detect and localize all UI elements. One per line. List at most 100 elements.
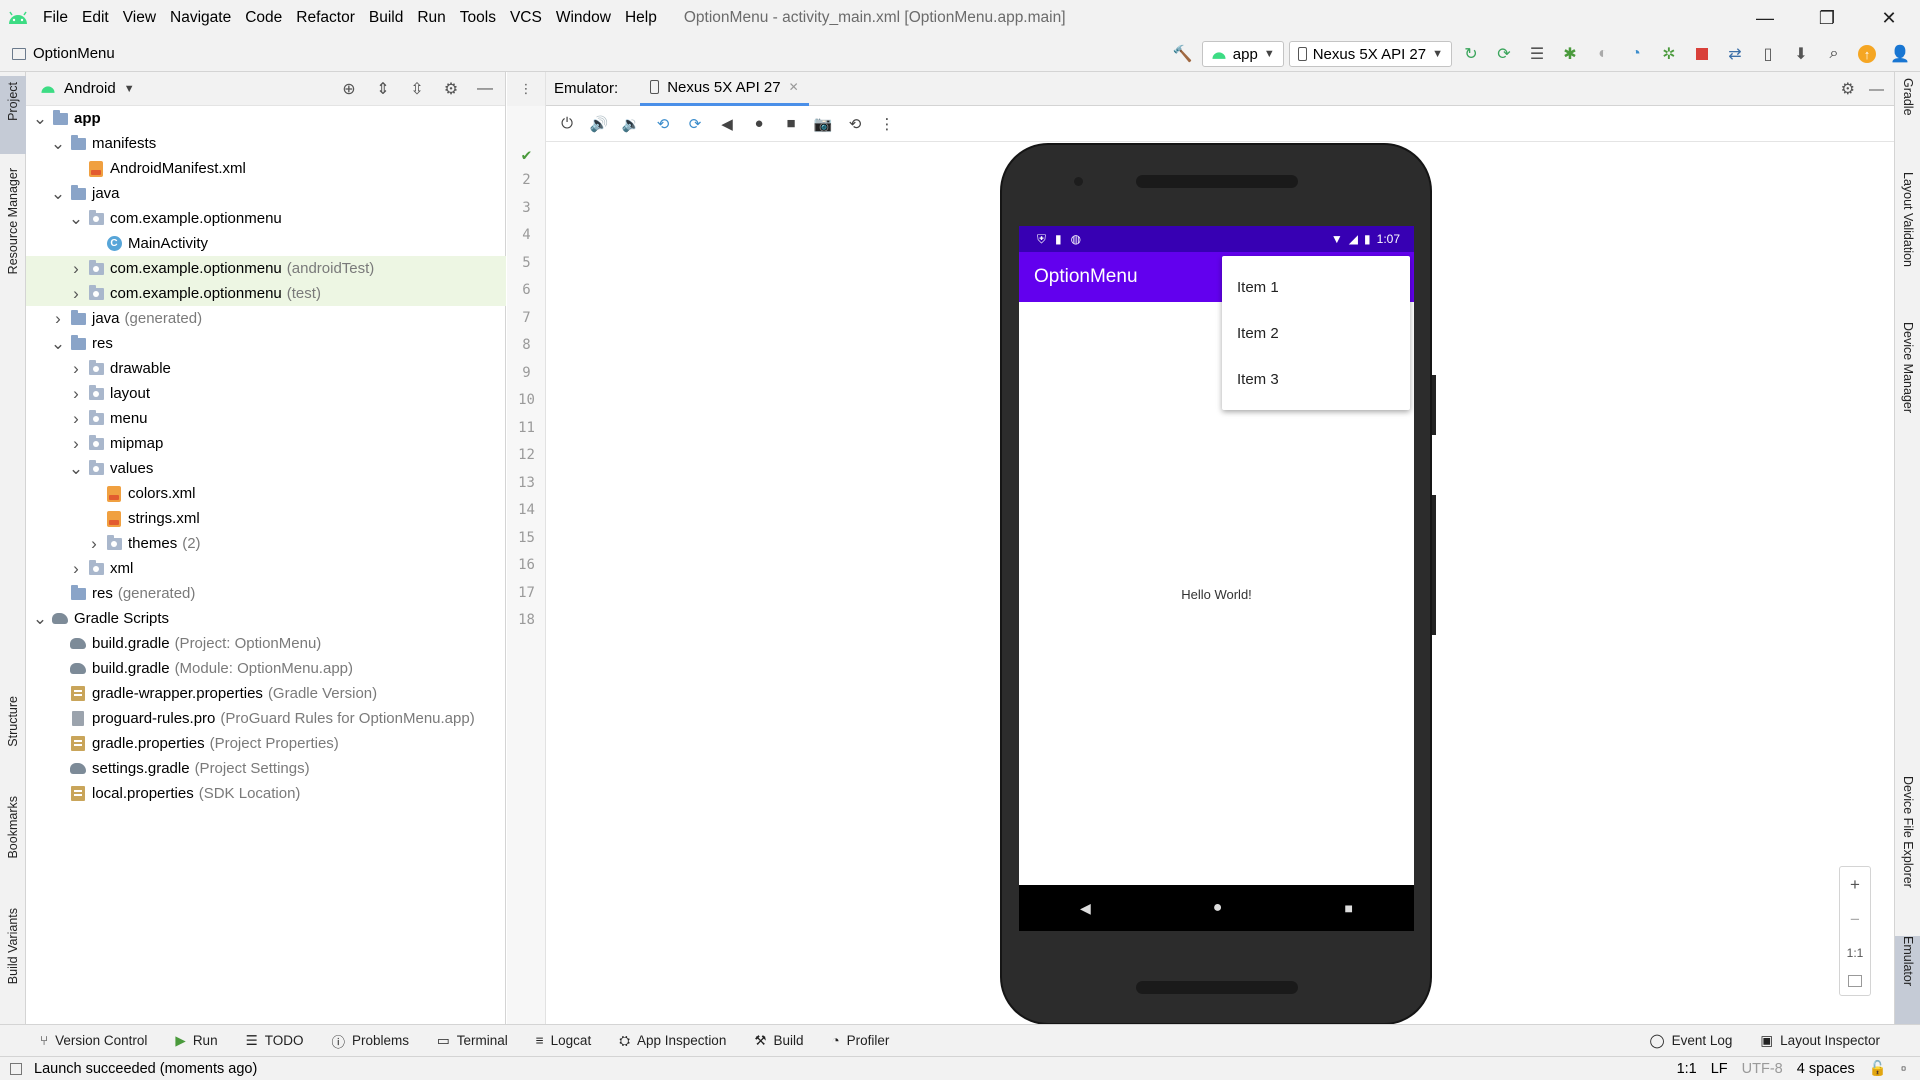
device-select[interactable]: Nexus 5X API 27 ▼ — [1288, 41, 1452, 67]
zoom-out-button[interactable]: − — [1850, 910, 1860, 930]
chevron-down-icon[interactable]: ⌄ — [50, 184, 66, 204]
nav-home-icon[interactable]: ● — [1213, 899, 1223, 917]
rotate-left-icon[interactable]: ⟲ — [650, 111, 676, 137]
tree-row[interactable]: ⌄ com.example.optionmenu — [26, 206, 506, 231]
close-icon[interactable]: ✕ — [1858, 0, 1920, 36]
run-list-icon[interactable]: ☰ — [1523, 40, 1551, 68]
locate-icon[interactable]: ⊕ — [335, 75, 363, 103]
indent-setting[interactable]: 4 spaces — [1797, 1061, 1855, 1077]
project-view-select[interactable]: Android ▼ — [40, 80, 135, 97]
home-icon[interactable]: ● — [746, 111, 772, 137]
menu-tools[interactable]: Tools — [453, 0, 503, 36]
tree-row[interactable]: settings.gradle (Project Settings) — [26, 756, 506, 781]
tab-project[interactable]: Project — [0, 76, 26, 154]
breadcrumb-project[interactable]: OptionMenu — [33, 45, 115, 62]
device-screen[interactable]: ⛨ ▮ ◍ ▼ ◢ ▮ 1:07 OptionMenu Hello World!… — [1019, 226, 1414, 931]
debug-icon[interactable]: ✱ — [1556, 40, 1584, 68]
zoom-actual-button[interactable]: 1:1 — [1847, 946, 1864, 960]
power-icon[interactable]: ⏻ — [554, 111, 580, 137]
breadcrumb[interactable]: OptionMenu — [12, 45, 115, 62]
gutter-expand-icon[interactable]: ⋮ — [507, 72, 546, 106]
gear-icon[interactable]: ⚙ — [437, 75, 465, 103]
expand-all-icon[interactable]: ⇕ — [369, 75, 397, 103]
update-icon[interactable]: ↑ — [1853, 40, 1881, 68]
nav-recents-icon[interactable]: ■ — [1344, 900, 1352, 916]
menu-help[interactable]: Help — [618, 0, 664, 36]
tree-row[interactable]: strings.xml — [26, 506, 506, 531]
tab-emulator[interactable]: Emulator — [1895, 936, 1920, 1024]
tree-row[interactable]: res (generated) — [26, 581, 506, 606]
tab-layout-inspector[interactable]: ▣ Layout Inspector — [1760, 1033, 1880, 1049]
zoom-in-button[interactable]: + — [1850, 875, 1860, 895]
apply-code-changes-icon[interactable]: ⟳ — [1490, 40, 1518, 68]
tab-structure[interactable]: Structure — [0, 696, 26, 766]
tree-row[interactable]: ⌄ java — [26, 181, 506, 206]
tab-resource-manager[interactable]: Resource Manager — [0, 168, 26, 306]
apply-changes-restart-icon[interactable]: ↻ — [1457, 40, 1485, 68]
tree-row[interactable]: ⌄ res — [26, 331, 506, 356]
tab-device-file-explorer[interactable]: Device File Explorer — [1895, 776, 1920, 936]
menu-code[interactable]: Code — [238, 0, 289, 36]
tree-row[interactable]: C MainActivity — [26, 231, 506, 256]
tree-row[interactable]: build.gradle (Module: OptionMenu.app) — [26, 656, 506, 681]
chevron-right-icon[interactable]: › — [68, 559, 84, 579]
close-icon[interactable]: ✕ — [789, 80, 799, 94]
tree-row[interactable]: gradle-wrapper.properties (Gradle Version… — [26, 681, 506, 706]
menu-window[interactable]: Window — [549, 0, 618, 36]
chevron-right-icon[interactable]: › — [86, 534, 102, 554]
minimize-icon[interactable]: — — [1734, 0, 1796, 36]
tree-row[interactable]: build.gradle (Project: OptionMenu) — [26, 631, 506, 656]
menu-vcs[interactable]: VCS — [503, 0, 549, 36]
profile-icon[interactable]: ◔ — [1622, 40, 1650, 68]
run-config-select[interactable]: app ▼ — [1201, 41, 1284, 67]
chevron-right-icon[interactable]: › — [68, 409, 84, 429]
chevron-down-icon[interactable]: ⌄ — [50, 134, 66, 154]
tree-row[interactable]: colors.xml — [26, 481, 506, 506]
stop-icon[interactable] — [1688, 40, 1716, 68]
notifications-icon[interactable]: ▫ — [1901, 1061, 1906, 1077]
tree-row[interactable]: › java (generated) — [26, 306, 506, 331]
status-toggle-icon[interactable] — [10, 1062, 22, 1075]
collapse-all-icon[interactable]: ⇳ — [403, 75, 431, 103]
menu-item-2[interactable]: Item 2 — [1222, 310, 1410, 356]
tree-row[interactable]: › themes (2) — [26, 531, 506, 556]
phone-volume-button[interactable] — [1432, 495, 1436, 635]
tree-row[interactable]: › xml — [26, 556, 506, 581]
rotate-right-icon[interactable]: ⟳ — [682, 111, 708, 137]
nav-back-icon[interactable]: ◀ — [1080, 900, 1091, 917]
tree-row[interactable]: › drawable — [26, 356, 506, 381]
menu-item-1[interactable]: Item 1 — [1222, 264, 1410, 310]
file-encoding[interactable]: UTF-8 — [1742, 1061, 1783, 1077]
tree-row[interactable]: ⌄ Gradle Scripts — [26, 606, 506, 631]
menu-item-3[interactable]: Item 3 — [1222, 356, 1410, 402]
tab-layout-validation[interactable]: Layout Validation — [1895, 172, 1920, 322]
tree-row[interactable]: › com.example.optionmenu (test) — [26, 281, 506, 306]
tree-row[interactable]: gradle.properties (Project Properties) — [26, 731, 506, 756]
tab-build[interactable]: ⚒ Build — [754, 1033, 803, 1049]
menu-file[interactable]: File — [36, 0, 75, 36]
coverage-icon[interactable]: ◐ — [1589, 40, 1617, 68]
volume-down-icon[interactable]: 🔉 — [618, 111, 644, 137]
chevron-right-icon[interactable]: › — [68, 284, 84, 304]
tree-row[interactable]: local.properties (SDK Location) — [26, 781, 506, 806]
lock-icon[interactable]: 🔓 — [1869, 1060, 1887, 1077]
chevron-down-icon[interactable]: ⌄ — [32, 109, 48, 129]
hide-icon[interactable]: — — [471, 75, 499, 103]
chevron-right-icon[interactable]: › — [68, 359, 84, 379]
back-icon[interactable]: ◀ — [714, 111, 740, 137]
tab-gradle[interactable]: Gradle — [1895, 78, 1920, 158]
tab-problems[interactable]: ⓘ Problems — [331, 1031, 409, 1051]
menu-build[interactable]: Build — [362, 0, 410, 36]
line-separator[interactable]: LF — [1711, 1061, 1728, 1077]
tab-bookmarks[interactable]: Bookmarks — [0, 796, 26, 876]
menu-edit[interactable]: Edit — [75, 0, 116, 36]
more-options-icon[interactable]: ⋮ — [874, 111, 900, 137]
chevron-down-icon[interactable]: ⌄ — [68, 459, 84, 479]
hammer-icon[interactable]: 🔨 — [1169, 40, 1197, 68]
tab-emulator-device[interactable]: Nexus 5X API 27 ✕ — [640, 72, 809, 106]
restore-icon[interactable]: ❐ — [1796, 0, 1858, 36]
tab-terminal[interactable]: ▭ Terminal — [437, 1033, 508, 1049]
search-icon[interactable]: ⌕ — [1820, 40, 1848, 68]
menu-navigate[interactable]: Navigate — [163, 0, 238, 36]
chevron-down-icon[interactable]: ⌄ — [68, 209, 84, 229]
